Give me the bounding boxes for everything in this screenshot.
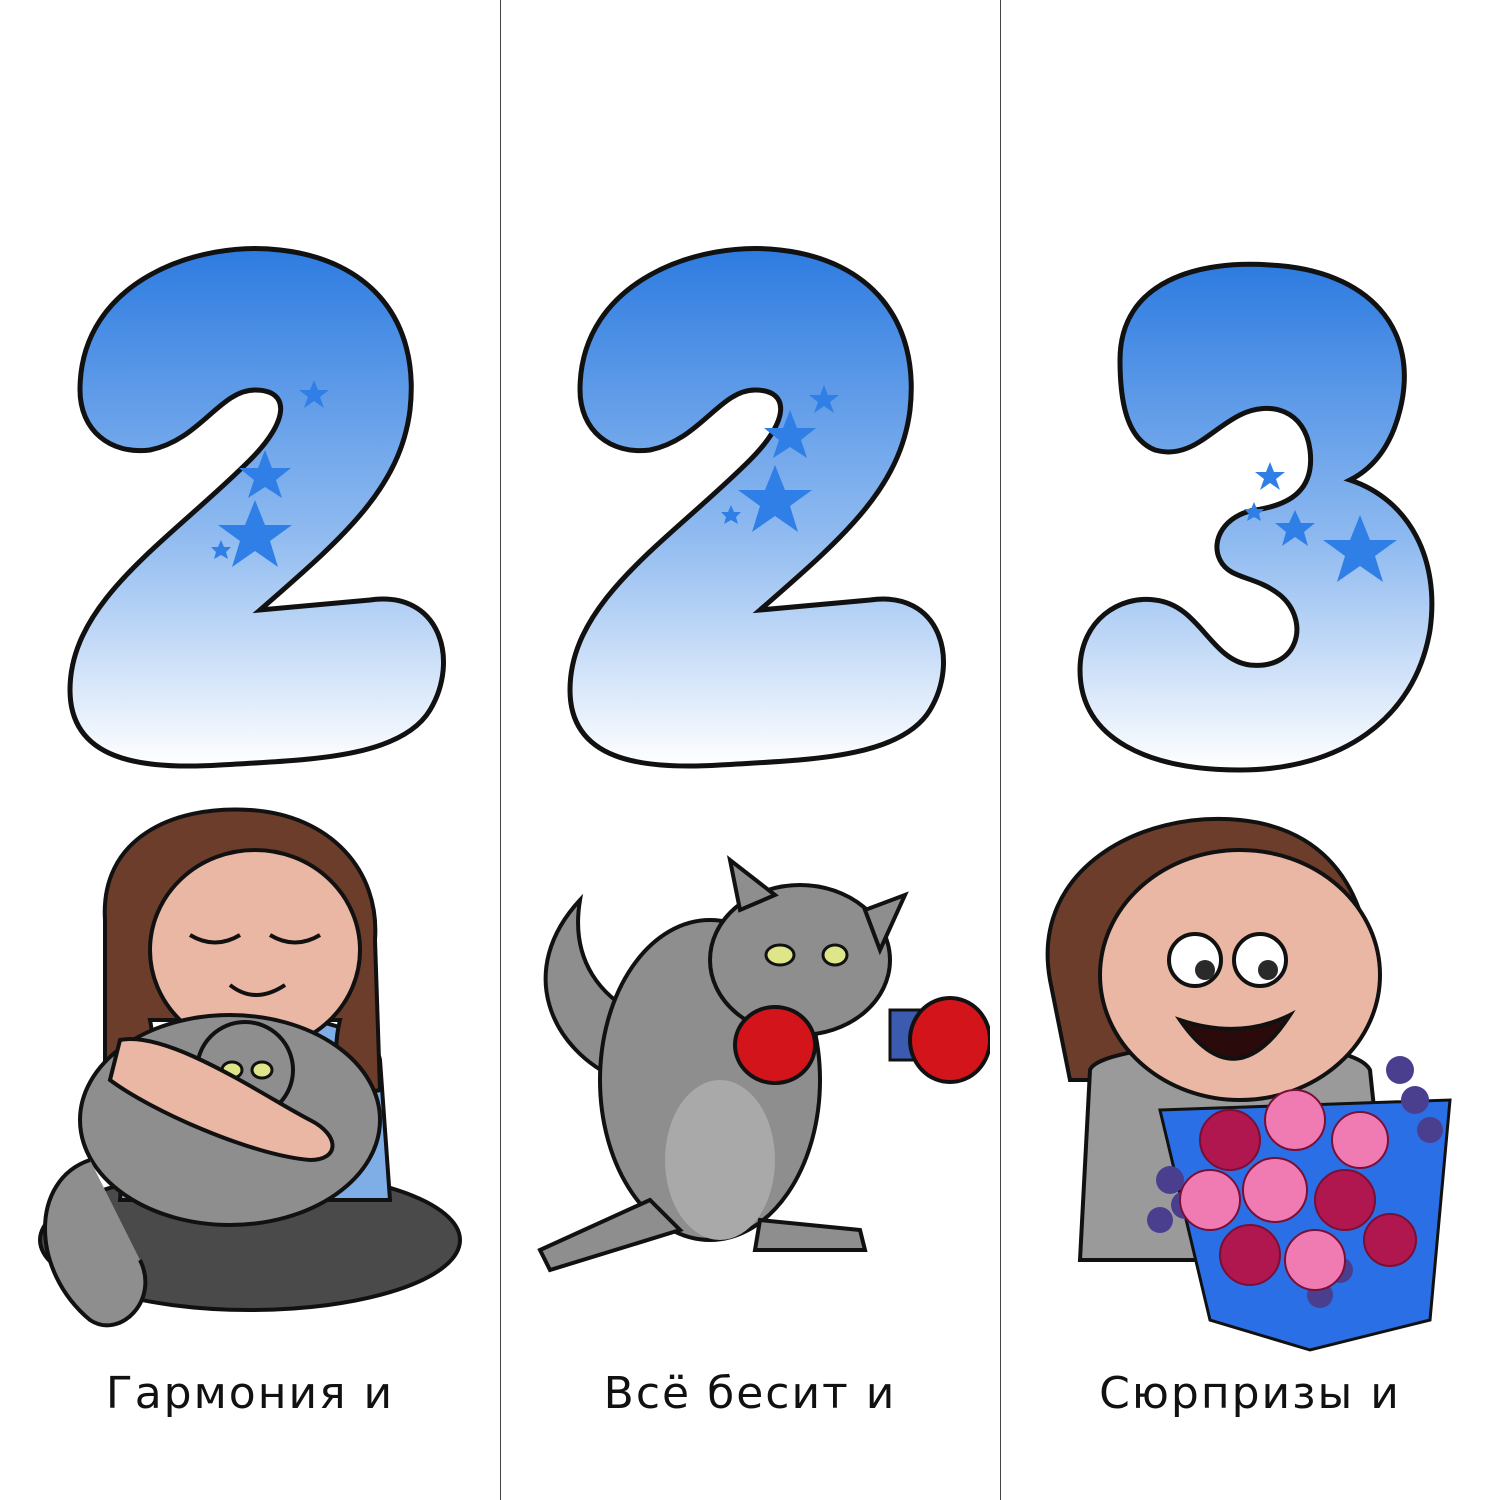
caption-surprises: Сюрпризы и: [1099, 1368, 1401, 1419]
girl-hugging-cat-illustration: [38, 807, 462, 1328]
digit-two-graphic: [567, 246, 946, 769]
caption-annoyed: Всё бесит и: [603, 1368, 897, 1419]
digit-three-graphic: [1077, 261, 1435, 773]
digit-two-graphic: [67, 246, 446, 769]
angry-boxing-cat-illustration: [537, 855, 990, 1273]
panel-annoyed: Всё бесит и: [500, 0, 1000, 1500]
surprised-girl-with-bouquet-illustration: [1045, 816, 1452, 1352]
caption-harmony: Гармония и: [105, 1368, 395, 1419]
panel-harmony: Гармония и: [0, 0, 500, 1500]
panel-surprises: Сюрпризы и: [1000, 0, 1500, 1500]
